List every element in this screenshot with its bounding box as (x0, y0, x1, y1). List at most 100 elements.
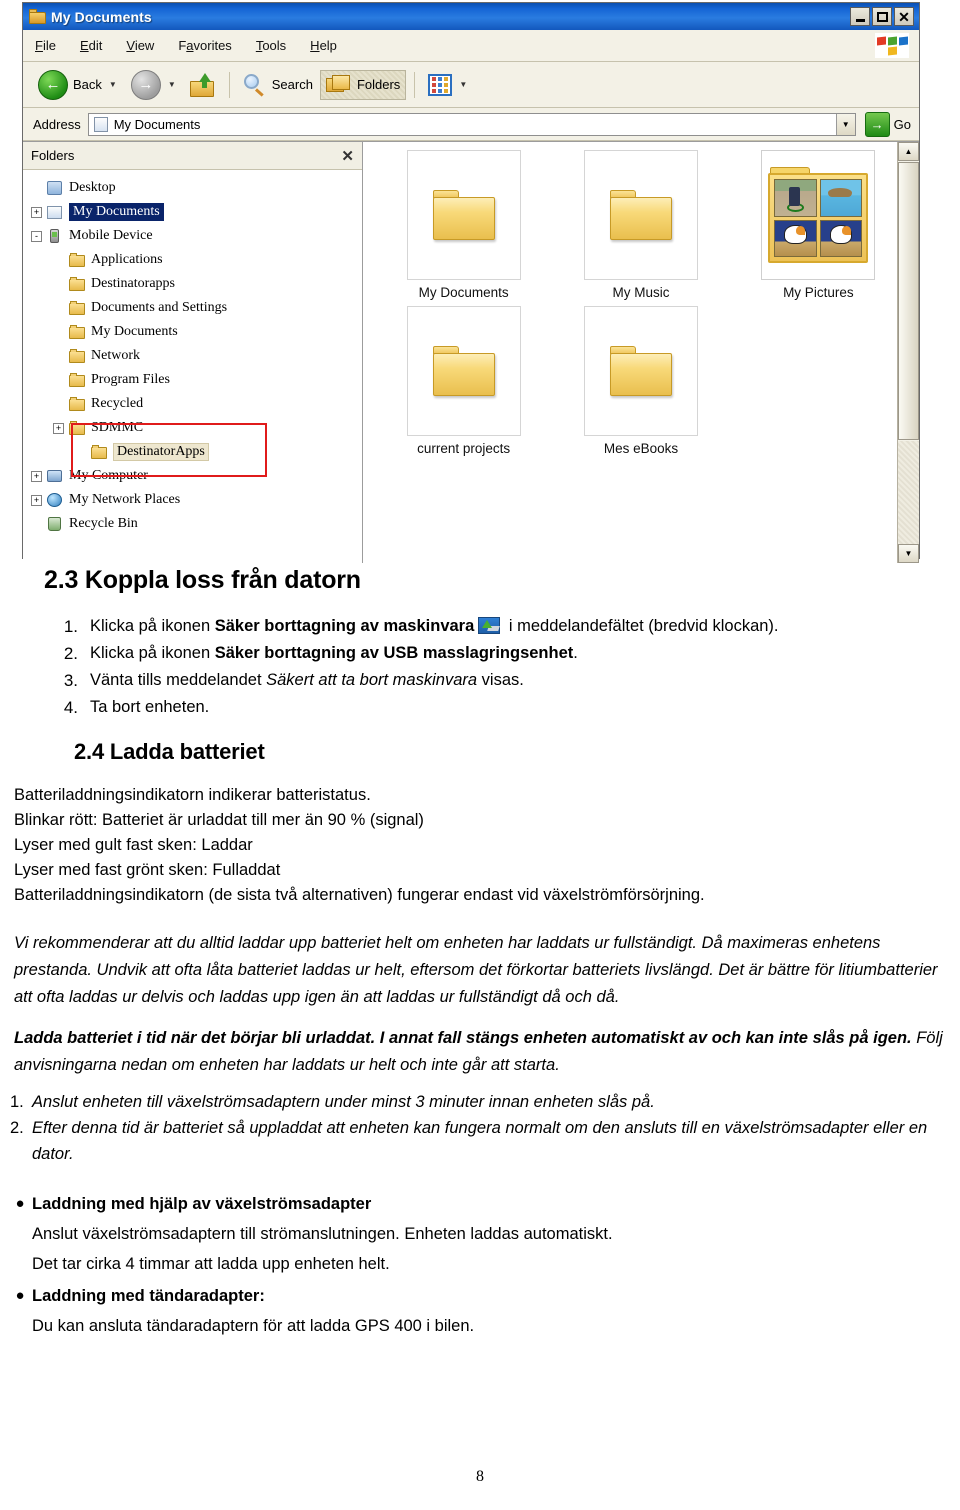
step-number: 2. (63, 644, 78, 663)
recovery-steps-list: 1. Anslut enheten till växelströmsadapter… (0, 1089, 960, 1167)
steps-list-2-3: 1. Klicka på ikonen Säker borttagning av … (0, 595, 960, 721)
file-list-pane: My Documents My Music My Pictures current p… (363, 141, 919, 563)
scroll-up-button[interactable]: ▲ (898, 142, 919, 161)
folders-pane-title: Folders (31, 148, 75, 163)
tree-item-label: Program Files (91, 372, 170, 387)
back-label: Back (73, 77, 102, 92)
explorer-window-screenshot: My Documents ✕ File Edit View Favorites … (22, 2, 920, 563)
toolbar: ← Back ▼ → ▼ Search Folders ▼ (23, 62, 919, 108)
close-button[interactable]: ✕ (894, 7, 914, 26)
scrollbar-thumb[interactable] (898, 162, 919, 440)
folder-icon (68, 348, 86, 364)
file-item[interactable]: My Pictures (730, 150, 907, 300)
step-item: 3. Vänta tills meddelandet Säkert att ta … (0, 667, 960, 694)
folder-icon (609, 190, 672, 240)
thumbnail-photo (774, 219, 817, 257)
tree-item-desktop[interactable]: Desktop (31, 176, 362, 200)
menu-item-favorites[interactable]: Favorites (178, 38, 231, 53)
tree-item-applications[interactable]: Applications (31, 248, 362, 272)
tree-item-my-network-places[interactable]: + My Network Places (31, 488, 362, 512)
tree-item-documents-and-settings[interactable]: Documents and Settings (31, 296, 362, 320)
tree-item-label: SDMMC (91, 420, 144, 435)
tree-item-recycle-bin[interactable]: Recycle Bin (31, 512, 362, 536)
mobile-device-icon (46, 228, 64, 244)
back-arrow-icon: ← (38, 69, 68, 100)
battery-note: Batteriladdningsindikatorn (de sista två… (14, 886, 705, 904)
tree-item-mobile-device[interactable]: - Mobile Device (31, 224, 362, 248)
tree-expander-icon[interactable]: + (31, 206, 42, 218)
tree-item-program-files[interactable]: Program Files (31, 368, 362, 392)
address-label: Address (33, 116, 81, 132)
thumbnail-photo (774, 179, 817, 217)
file-thumbnail (761, 150, 876, 280)
tree-item-my-computer[interactable]: + My Computer (31, 464, 362, 488)
tree-item-my-documents[interactable]: My Documents (31, 320, 362, 344)
menu-item-edit[interactable]: Edit (80, 38, 102, 53)
go-label: Go (893, 116, 911, 132)
views-button[interactable]: ▼ (423, 71, 474, 99)
tree-item-destinatorapps[interactable]: DestinatorApps (31, 440, 362, 464)
folders-button[interactable]: Folders (319, 69, 407, 100)
go-button[interactable]: → Go (864, 111, 911, 137)
back-button[interactable]: ← Back ▼ (33, 67, 124, 103)
tree-expander-icon[interactable]: + (31, 470, 42, 482)
battery-state-item: Lyser med gult fast sken: Laddar (14, 836, 253, 854)
folders-pane: Folders ✕ Desktop + My Documents - Mobile De… (23, 141, 363, 563)
scroll-down-button[interactable]: ▼ (898, 544, 919, 563)
charging-option-item: ● Laddning med hjälp av växelströmsadapte… (0, 1189, 960, 1279)
toolbar-divider (414, 71, 416, 98)
views-icon (428, 73, 453, 96)
file-label: current projects (417, 441, 511, 456)
menu-item-tools[interactable]: Tools (256, 38, 286, 53)
file-label: My Documents (418, 285, 509, 300)
document-icon (93, 116, 108, 132)
close-icon[interactable]: ✕ (341, 147, 354, 165)
battery-state-item: Lyser med fast grönt sken: Fulladdat (14, 861, 281, 879)
network-icon (46, 492, 64, 508)
tree-item-sdmmc[interactable]: + SDMMC (31, 416, 362, 440)
address-input[interactable]: My Documents ▼ (87, 112, 856, 136)
file-label: My Pictures (783, 285, 854, 300)
charging-option-text: Laddning med tändaradapter: Du kan anslut… (32, 1281, 474, 1341)
tree-item-my-documents[interactable]: + My Documents (31, 200, 362, 224)
up-button[interactable] (185, 70, 221, 100)
tree-expander-icon[interactable]: + (31, 494, 42, 506)
step-number: 1. (63, 617, 78, 636)
scrollbar-track[interactable] (898, 440, 919, 544)
tree-item-recycled[interactable]: Recycled (31, 392, 362, 416)
menu-item-view[interactable]: View (126, 38, 154, 53)
minimize-button[interactable] (850, 7, 870, 26)
step-text: Klicka på ikonen Säker borttagning av US… (90, 644, 578, 662)
warning-paragraph: Ladda batteriet i tid när det börjar bli… (0, 1025, 960, 1079)
section-title-2-4: 2.4 Ladda batteriet (74, 739, 265, 764)
file-label: Mes eBooks (603, 441, 679, 456)
charging-option-heading: Laddning med tändaradapter: (32, 1287, 265, 1305)
recovery-step-item: 2. Efter denna tid är batteriet så upplad… (0, 1115, 960, 1167)
menu-item-help[interactable]: Help (310, 38, 337, 53)
toolbar-divider (228, 71, 230, 98)
tree-expander-icon[interactable]: - (31, 230, 42, 242)
file-item[interactable]: current projects (375, 306, 552, 456)
file-item[interactable]: My Documents (375, 150, 552, 300)
safely-remove-hardware-icon (478, 617, 501, 634)
tree-item-label: DestinatorApps (113, 443, 209, 461)
vertical-scrollbar[interactable]: ▲ ▼ (897, 142, 919, 563)
chevron-down-icon: ▼ (459, 80, 468, 89)
folder-icon (609, 346, 672, 396)
address-dropdown-chevron-icon[interactable]: ▼ (835, 113, 855, 135)
tree-item-destinatorapps[interactable]: Destinatorapps (31, 272, 362, 296)
tree-expander-icon[interactable]: + (53, 422, 64, 434)
window-title: My Documents (51, 8, 152, 25)
chevron-down-icon: ▼ (108, 80, 117, 89)
search-button[interactable]: Search (238, 70, 318, 100)
tree-item-network[interactable]: Network (31, 344, 362, 368)
maximize-button[interactable] (872, 7, 892, 26)
file-item[interactable]: My Music (552, 150, 729, 300)
desktop-icon (46, 180, 64, 196)
file-thumbnail (583, 150, 698, 280)
thumbnail-photo (819, 219, 863, 257)
recovery-step-item: 1. Anslut enheten till växelströmsadapter… (0, 1089, 960, 1115)
menu-item-file[interactable]: File (35, 38, 56, 53)
file-item[interactable]: Mes eBooks (552, 306, 729, 456)
forward-button[interactable]: → ▼ (126, 67, 183, 103)
